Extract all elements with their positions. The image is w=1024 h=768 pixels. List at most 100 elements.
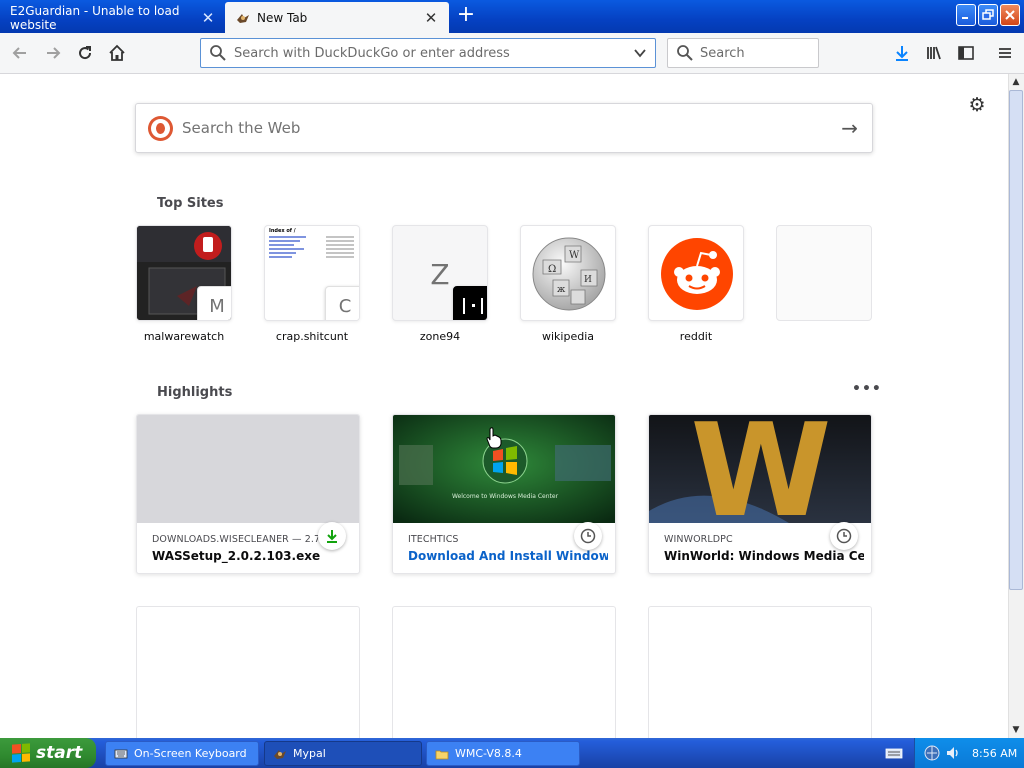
customize-gear-icon[interactable]: ⚙ (966, 94, 988, 116)
new-tab-plus-icon[interactable]: + (455, 4, 477, 27)
top-sites-heading: Top Sites (157, 196, 224, 211)
mypal-icon (274, 749, 286, 759)
highlight-card-download[interactable]: DOWNLOADS.WISECLEANER — 2.7 MB WASSetup_… (136, 414, 360, 574)
svg-text:И: И (584, 275, 592, 285)
volume-tray-icon[interactable] (944, 744, 962, 762)
minimize-window-button[interactable] (956, 4, 976, 26)
svg-text:Ω: Ω (548, 264, 556, 275)
windows-flag-icon (12, 743, 30, 763)
chevron-down-icon[interactable] (633, 46, 647, 60)
download-arrow-icon (896, 46, 908, 61)
download-badge-icon (318, 522, 346, 550)
history-clock-icon (574, 522, 602, 550)
sidebar-button[interactable] (954, 41, 978, 65)
highlight-card-itechtics[interactable]: Welcome to Windows Media Center ITECHTIC… (392, 414, 616, 574)
highlight-empty-slot (392, 606, 616, 746)
highlight-thumbnail-placeholder (137, 415, 359, 523)
highlight-card-winworldpc[interactable]: W WINWORLDPC WinWorld: Windows Media Cen… (648, 414, 872, 574)
back-button[interactable] (8, 41, 32, 65)
close-tab-icon[interactable]: ✕ (423, 9, 439, 27)
downloads-button[interactable] (890, 41, 914, 65)
top-site-tile-malwarewatch[interactable]: M (136, 225, 232, 321)
thumbnail-welcome-text: Welcome to Windows Media Center (452, 493, 559, 500)
highlight-title: WinWorld: Windows Media Cent... (664, 549, 864, 563)
back-arrow-icon (12, 47, 26, 59)
home-button[interactable] (105, 41, 129, 65)
close-tab-icon[interactable]: ✕ (201, 9, 215, 27)
search-bar-placeholder: Search (700, 45, 745, 61)
taskbar-item-label: On-Screen Keyboard (134, 747, 247, 760)
address-bar-placeholder: Search with DuckDuckGo or enter address (234, 45, 510, 61)
highlights-more-options-icon[interactable]: ••• (852, 381, 881, 401)
web-search-placeholder: Search the Web (182, 119, 301, 137)
duckduckgo-logo-icon (148, 115, 173, 141)
thumbnail-w-letter: W (690, 415, 831, 523)
system-tray: 8:56 AM (914, 738, 1024, 768)
taskbar-item-mypal[interactable]: Mypal (264, 741, 422, 766)
tab-new-tab[interactable]: New Tab ✕ (225, 2, 449, 33)
highlight-title: WASSetup_2.0.2.103.exe (152, 549, 321, 563)
address-bar[interactable]: Search with DuckDuckGo or enter address (200, 38, 656, 68)
top-site-empty-slot[interactable] (776, 225, 872, 321)
tab-label: New Tab (257, 10, 308, 25)
minimize-icon (962, 17, 968, 19)
highlights-heading: Highlights (157, 385, 233, 400)
restore-window-button[interactable] (978, 4, 998, 26)
tile-badge: C (325, 286, 359, 320)
taskbar-item-wmc-folder[interactable]: WMC-V8.8.4 (426, 741, 580, 766)
winworld-thumbnail: W (649, 415, 871, 523)
svg-text:ж: ж (557, 285, 566, 295)
reddit-logo-icon (661, 238, 733, 310)
highlight-title-link[interactable]: Download And Install Windows ... (408, 549, 608, 563)
thumbnail-heading: Index of / (269, 228, 296, 234)
reload-button[interactable] (73, 41, 97, 65)
windows-media-center-thumbnail: Welcome to Windows Media Center (393, 415, 615, 523)
hamburger-menu-icon (999, 48, 1011, 58)
directory-listing-lines (269, 236, 354, 258)
highlight-source: ITECHTICS (408, 534, 459, 545)
wikipedia-globe-icon: Ω W И ж (532, 237, 606, 311)
home-icon (109, 44, 125, 61)
forward-arrow-icon (47, 47, 61, 59)
forward-button[interactable] (41, 41, 65, 65)
top-site-label: crap.shitcunt (275, 330, 349, 343)
tab-e2guardian[interactable]: E2Guardian - Unable to load website ✕ (0, 2, 225, 33)
network-tray-icon[interactable] (923, 744, 941, 762)
scroll-down-arrow-icon[interactable]: ▼ (1009, 723, 1023, 737)
web-search-box[interactable]: Search the Web → (135, 103, 873, 153)
highlight-empty-slot (648, 606, 872, 746)
search-icon (210, 45, 226, 61)
top-site-tile-zone94[interactable]: Z (392, 225, 488, 321)
top-site-label: wikipedia (541, 330, 594, 343)
close-window-button[interactable] (1000, 4, 1020, 26)
menu-button[interactable] (993, 41, 1017, 65)
tile-badge: M (197, 286, 231, 320)
tab-label: E2Guardian - Unable to load website (10, 3, 180, 32)
scrollbar-thumb[interactable] (1009, 90, 1023, 590)
highlight-empty-slot (136, 606, 360, 746)
keyboard-tray-icon[interactable] (884, 744, 904, 762)
taskbar-item-label: WMC-V8.8.4 (455, 747, 522, 760)
taskbar-item-label: Mypal (293, 747, 326, 760)
hand-cursor-icon (486, 427, 502, 449)
top-site-tile-reddit[interactable] (648, 225, 744, 321)
folder-icon (435, 750, 449, 759)
top-site-tile-wikipedia[interactable]: Ω W И ж (520, 225, 616, 321)
search-bar[interactable]: Search (667, 38, 819, 68)
library-icon (927, 46, 941, 60)
mypal-favicon-icon (237, 13, 249, 23)
restore-icon (982, 9, 994, 20)
clock: 8:56 AM (972, 746, 1018, 760)
top-site-label: malwarewatch (143, 330, 225, 343)
search-submit-arrow-icon[interactable]: → (841, 116, 858, 140)
close-icon (1005, 10, 1015, 20)
start-button[interactable]: start (0, 738, 96, 768)
history-clock-icon (830, 522, 858, 550)
top-site-label: reddit (679, 330, 713, 343)
top-site-tile-crap-shitcunt[interactable]: Index of / C (264, 225, 360, 321)
taskbar-item-on-screen-keyboard[interactable]: On-Screen Keyboard (105, 741, 259, 766)
scroll-up-arrow-icon[interactable]: ▲ (1009, 75, 1023, 89)
library-button[interactable] (922, 41, 946, 65)
sidebar-icon (958, 46, 974, 60)
start-label: start (36, 743, 83, 763)
